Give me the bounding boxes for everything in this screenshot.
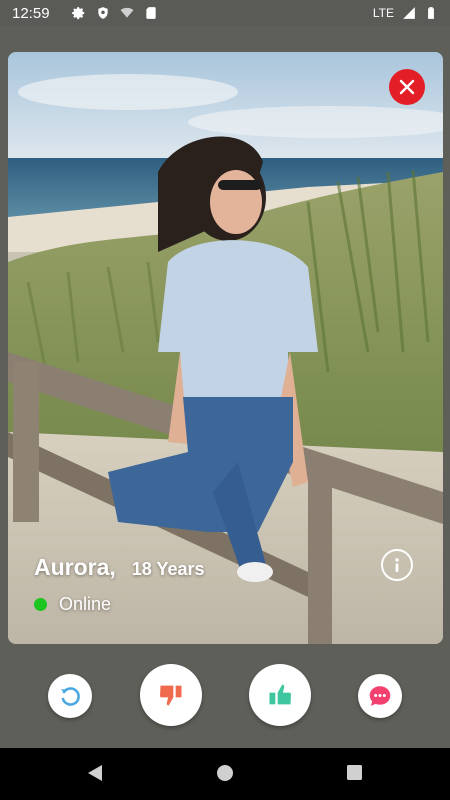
profile-name: Aurora, — [34, 554, 116, 580]
status-bar-right: LTE — [373, 6, 438, 20]
info-icon — [395, 558, 399, 572]
profile-age: 18 Years — [131, 559, 205, 579]
status-time: 12:59 — [12, 4, 50, 22]
profile-info-row: Aurora, 18 Years — [34, 554, 205, 581]
home-icon[interactable] — [216, 764, 234, 782]
battery-icon — [428, 7, 434, 19]
back-icon[interactable] — [86, 764, 104, 782]
online-dot — [34, 598, 47, 611]
dislike-button[interactable] — [140, 664, 202, 726]
undo-icon — [61, 687, 80, 706]
signal-icon — [403, 7, 415, 19]
close-icon — [399, 79, 415, 95]
like-button[interactable] — [249, 664, 311, 726]
thumbs-down-icon — [159, 685, 182, 706]
action-bar — [0, 664, 450, 726]
system-nav-bar — [0, 748, 450, 800]
status-bar: 12:59 LTE — [0, 0, 450, 26]
status-bar-left: 12:59 — [12, 5, 158, 22]
sd-card-icon — [145, 7, 156, 19]
chat-button[interactable] — [358, 674, 402, 718]
online-status: Online — [34, 594, 111, 615]
chat-icon — [369, 686, 391, 706]
wifi-icon — [120, 7, 133, 18]
shield-icon — [97, 7, 108, 19]
thumbs-up-icon — [269, 684, 292, 705]
profile-card[interactable]: Aurora, 18 Years Online — [8, 52, 443, 644]
gear-icon — [71, 7, 84, 20]
recents-icon[interactable] — [346, 764, 363, 781]
undo-button[interactable] — [48, 674, 92, 718]
online-status-label: Online — [59, 594, 112, 614]
close-button[interactable] — [389, 69, 425, 105]
network-label: LTE — [372, 6, 394, 20]
info-button[interactable] — [381, 549, 413, 581]
